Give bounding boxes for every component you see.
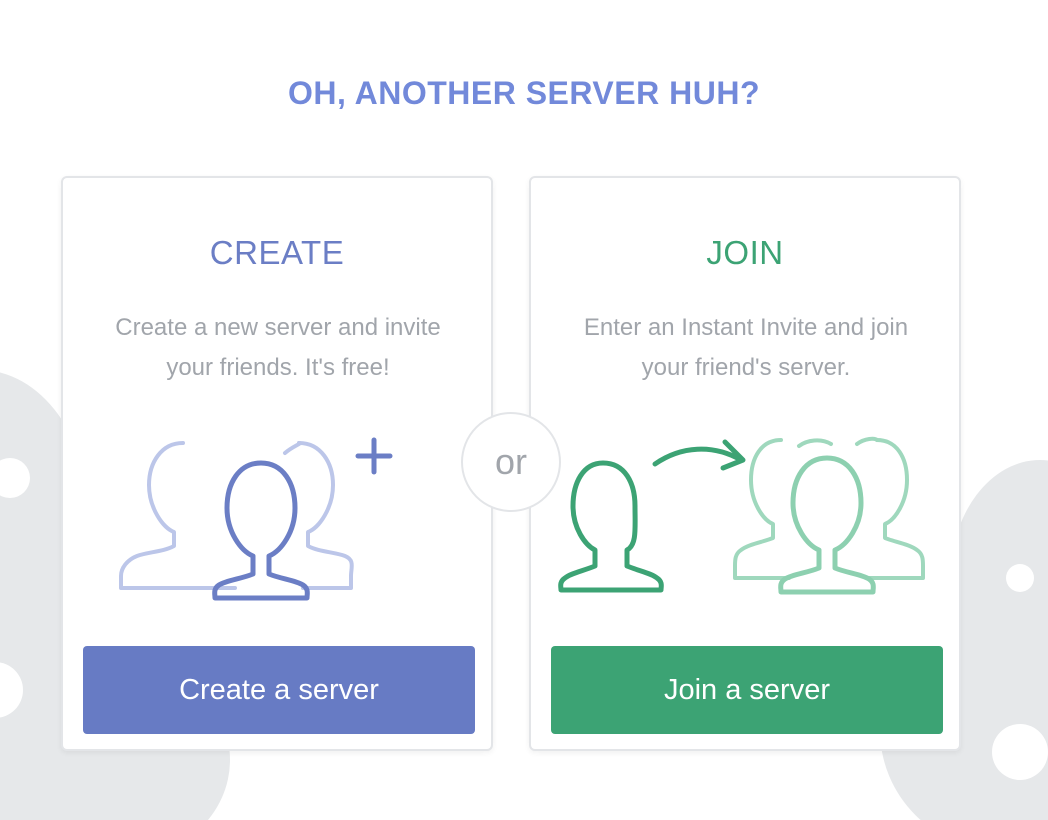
- join-card: JOIN Enter an Instant Invite and join yo…: [529, 176, 961, 751]
- create-heading: CREATE: [209, 234, 345, 271]
- page-title: OH, ANOTHER SERVER HUH?: [288, 75, 760, 112]
- join-description: Enter an Instant Invite and join your fr…: [583, 314, 909, 381]
- join-server-button[interactable]: Join a server: [551, 646, 943, 734]
- or-divider: or: [461, 412, 561, 512]
- create-server-button[interactable]: Create a server: [83, 646, 475, 734]
- create-description: Create a new server and invite your frie…: [115, 314, 441, 381]
- join-server-user-arrow-icon: [531, 428, 959, 603]
- join-heading: JOIN: [706, 234, 784, 271]
- create-card: CREATE Create a new server and invite yo…: [61, 176, 493, 751]
- create-server-users-plus-icon: [63, 428, 491, 603]
